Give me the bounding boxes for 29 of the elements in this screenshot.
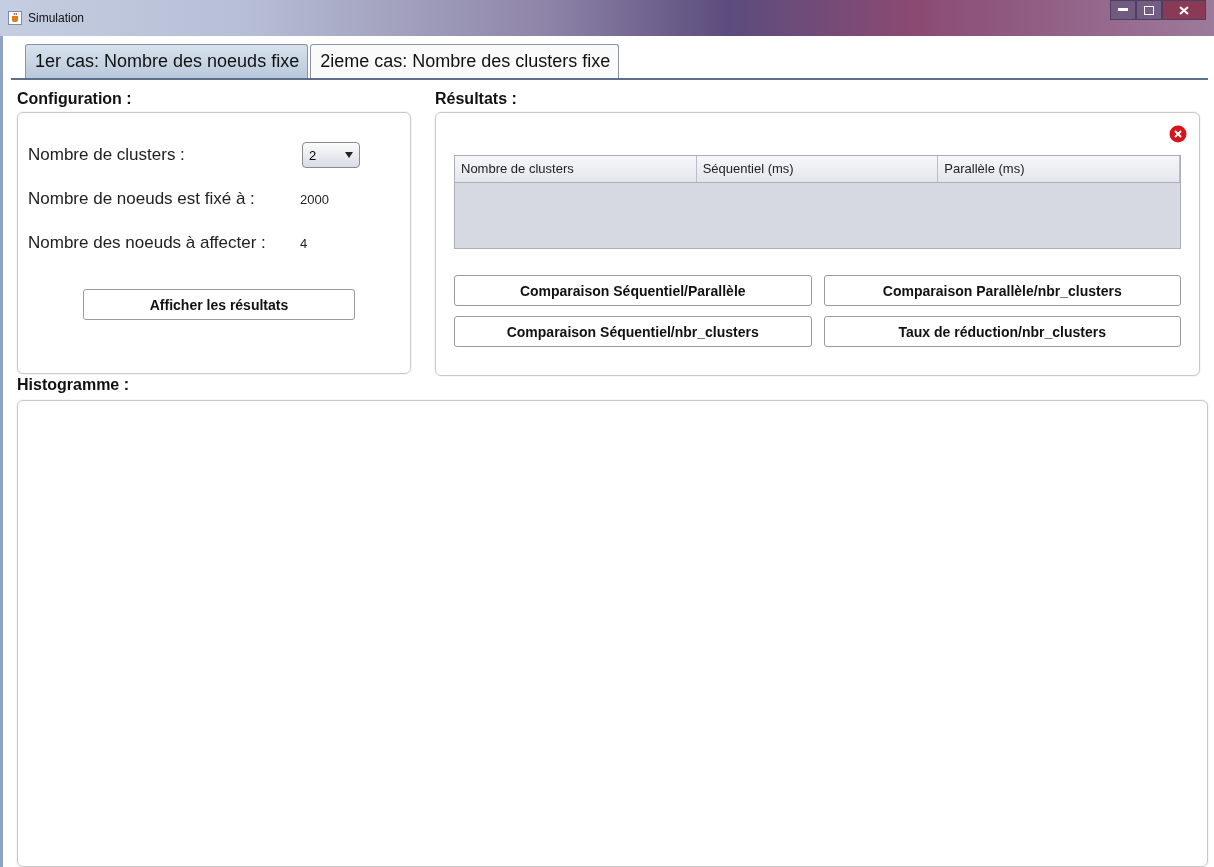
maximize-icon bbox=[1144, 5, 1154, 15]
caret-icon bbox=[345, 152, 353, 158]
clusters-label: Nombre de clusters : bbox=[28, 145, 186, 165]
column-header[interactable]: Parallèle (ms) bbox=[938, 156, 1180, 182]
minimize-icon bbox=[1118, 8, 1128, 12]
clusters-dropdown[interactable]: 2 bbox=[302, 142, 360, 168]
comparison-button[interactable]: Comparaison Séquentiel/nbr_clusters bbox=[454, 316, 812, 347]
nodes-value: 2000 bbox=[300, 191, 329, 207]
maximize-button[interactable] bbox=[1136, 0, 1162, 20]
close-icon bbox=[1179, 5, 1189, 15]
assign-label: Nombre des noeuds à affecter : bbox=[28, 233, 267, 253]
comparison-button[interactable]: Taux de réduction/nbr_clusters bbox=[823, 316, 1181, 347]
comparison-button[interactable]: Comparaison Parallèle/nbr_clusters bbox=[823, 275, 1181, 306]
minimize-button[interactable] bbox=[1110, 0, 1136, 20]
column-header[interactable]: Nombre de clusters bbox=[455, 156, 697, 182]
comparison-button[interactable]: Comparaison Séquentiel/Parallèle bbox=[454, 275, 812, 306]
window-title: Simulation bbox=[28, 11, 85, 25]
assign-value: 4 bbox=[300, 235, 308, 251]
cup-icon bbox=[8, 11, 22, 25]
tab[interactable]: 1er cas: Nombre des noeuds fixe bbox=[25, 44, 309, 78]
close-button[interactable] bbox=[1162, 0, 1206, 20]
nodes-label: Nombre de noeuds est fixé à : bbox=[28, 189, 256, 209]
error-icon bbox=[1169, 125, 1187, 143]
section-title: Configuration : bbox=[17, 90, 133, 108]
tab[interactable]: 2ieme cas: Nombre des clusters fixe bbox=[310, 44, 620, 78]
show-results-button[interactable]: Afficher les résultats bbox=[83, 289, 355, 320]
column-header[interactable]: Séquentiel (ms) bbox=[696, 156, 939, 182]
section-title: Résultats : bbox=[435, 90, 518, 108]
section-title: Histogramme : bbox=[17, 376, 131, 394]
